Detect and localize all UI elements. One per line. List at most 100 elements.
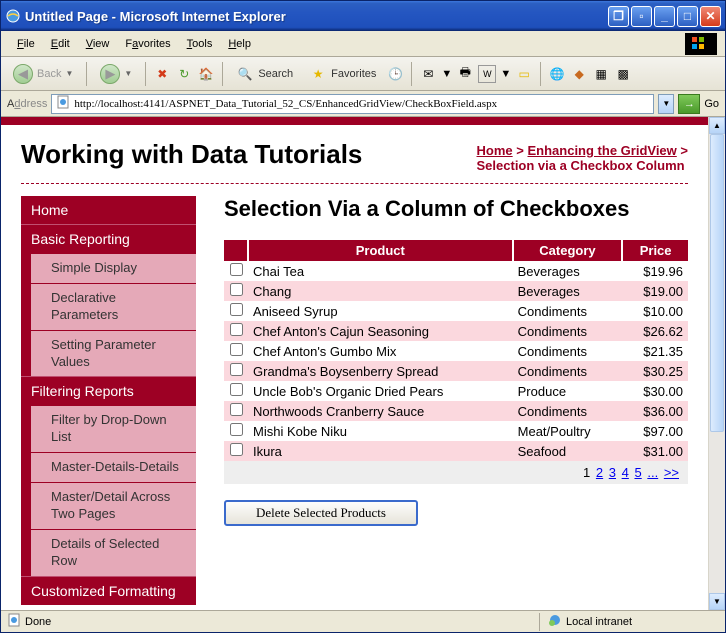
table-row: Chef Anton's Cajun SeasoningCondiments$2… xyxy=(224,321,688,341)
row-checkbox[interactable] xyxy=(230,423,243,436)
extra-icon-4[interactable]: ▩ xyxy=(614,65,632,83)
search-button[interactable]: 🔍 Search xyxy=(230,62,299,86)
extra-icon-3[interactable]: ▦ xyxy=(592,65,610,83)
back-icon: ◀ xyxy=(13,64,33,84)
cell-price: $30.25 xyxy=(622,361,688,381)
address-input-wrap[interactable] xyxy=(51,94,654,114)
cell-category: Beverages xyxy=(513,261,623,281)
cell-price: $10.00 xyxy=(622,301,688,321)
nav-setting-params[interactable]: Setting Parameter Values xyxy=(21,330,196,377)
menu-view[interactable]: View xyxy=(78,36,118,52)
cell-product: Chang xyxy=(248,281,513,301)
cell-category: Produce xyxy=(513,381,623,401)
pager-page[interactable]: 4 xyxy=(622,465,629,480)
row-checkbox[interactable] xyxy=(230,303,243,316)
nav-ddl[interactable]: Filter by Drop-Down List xyxy=(21,405,196,452)
address-input[interactable] xyxy=(74,98,649,110)
menu-favorites[interactable]: Favorites xyxy=(117,36,178,52)
scroll-up-button[interactable]: ▲ xyxy=(709,117,725,134)
nav-home[interactable]: Home xyxy=(21,196,196,224)
discuss-icon[interactable]: ▭ xyxy=(515,65,533,83)
col-price: Price xyxy=(622,240,688,261)
scroll-track[interactable] xyxy=(709,134,725,593)
cell-category: Condiments xyxy=(513,301,623,321)
row-checkbox[interactable] xyxy=(230,283,243,296)
print-icon[interactable]: 🖶 xyxy=(456,65,474,83)
extra-icon-2[interactable]: ◆ xyxy=(570,65,588,83)
vertical-scrollbar[interactable]: ▲ ▼ xyxy=(708,117,725,610)
chevron-down-icon: ▼ xyxy=(124,69,132,78)
pager-ellipsis[interactable]: ... xyxy=(647,465,658,480)
delete-button[interactable]: Delete Selected Products xyxy=(224,500,418,526)
breadcrumb-home[interactable]: Home xyxy=(477,143,513,158)
row-checkbox[interactable] xyxy=(230,403,243,416)
back-button[interactable]: ◀ Back ▼ xyxy=(7,61,79,87)
row-checkbox[interactable] xyxy=(230,383,243,396)
row-checkbox[interactable] xyxy=(230,363,243,376)
throbber-icon xyxy=(685,33,717,55)
cell-category: Condiments xyxy=(513,321,623,341)
security-zone[interactable]: Local intranet xyxy=(539,613,719,631)
restore-down-button[interactable]: ▫ xyxy=(631,6,652,27)
address-dropdown[interactable]: ▼ xyxy=(658,94,674,114)
chevron-down-icon[interactable]: ▼ xyxy=(500,68,511,80)
nav-mdd[interactable]: Master-Details-Details xyxy=(21,452,196,482)
edit-icon[interactable]: W xyxy=(478,65,496,83)
extra-icon-1[interactable]: 🌐 xyxy=(548,65,566,83)
breadcrumb: Home > Enhancing the GridView > Selectio… xyxy=(477,143,688,173)
cell-product: Chai Tea xyxy=(248,261,513,281)
row-checkbox[interactable] xyxy=(230,323,243,336)
row-checkbox[interactable] xyxy=(230,263,243,276)
nav-mdp[interactable]: Master/Detail Across Two Pages xyxy=(21,482,196,529)
cell-category: Beverages xyxy=(513,281,623,301)
pager-next[interactable]: >> xyxy=(664,465,679,480)
separator xyxy=(540,62,541,86)
refresh-icon[interactable]: ↻ xyxy=(175,65,193,83)
nav-simple-display[interactable]: Simple Display xyxy=(21,253,196,283)
cell-price: $19.96 xyxy=(622,261,688,281)
table-row: Mishi Kobe NikuMeat/Poultry$97.00 xyxy=(224,421,688,441)
row-checkbox[interactable] xyxy=(230,343,243,356)
accent-bar xyxy=(1,117,708,125)
titlebar[interactable]: Untitled Page - Microsoft Internet Explo… xyxy=(1,1,725,31)
back-label: Back xyxy=(37,68,61,80)
minimize-button[interactable]: _ xyxy=(654,6,675,27)
row-checkbox[interactable] xyxy=(230,443,243,456)
maximize-button[interactable]: □ xyxy=(677,6,698,27)
pager-page[interactable]: 5 xyxy=(634,465,641,480)
stop-icon[interactable]: ✖ xyxy=(153,65,171,83)
page-icon xyxy=(56,95,70,112)
pager-page[interactable]: 3 xyxy=(609,465,616,480)
nav-dsr[interactable]: Details of Selected Row xyxy=(21,529,196,576)
nav-declarative[interactable]: Declarative Parameters xyxy=(21,283,196,330)
separator xyxy=(411,62,412,86)
menu-edit[interactable]: Edit xyxy=(43,36,78,52)
cell-price: $36.00 xyxy=(622,401,688,421)
forward-icon: ▶ xyxy=(100,64,120,84)
pager-current: 1 xyxy=(583,465,590,480)
scroll-down-button[interactable]: ▼ xyxy=(709,593,725,610)
chevron-down-icon: ▼ xyxy=(65,69,73,78)
forward-button[interactable]: ▶ ▼ xyxy=(94,61,138,87)
favorites-button[interactable]: ★ Favorites xyxy=(303,62,382,86)
nav-custom[interactable]: Customized Formatting xyxy=(21,576,196,605)
close-button[interactable]: ✕ xyxy=(700,6,721,27)
menu-help[interactable]: Help xyxy=(220,36,259,52)
address-bar: Address ▼ → Go xyxy=(1,91,725,117)
two-window-button[interactable]: ❐ xyxy=(608,6,629,27)
search-icon: 🔍 xyxy=(236,65,254,83)
home-icon[interactable]: 🏠 xyxy=(197,65,215,83)
breadcrumb-section[interactable]: Enhancing the GridView xyxy=(527,143,676,158)
scroll-thumb[interactable] xyxy=(710,134,724,432)
nav-basic-reporting[interactable]: Basic Reporting xyxy=(21,224,196,253)
history-icon[interactable]: 🕒 xyxy=(386,65,404,83)
mail-icon[interactable]: ✉ xyxy=(419,65,437,83)
menu-file[interactable]: File xyxy=(9,36,43,52)
menu-tools[interactable]: Tools xyxy=(179,36,221,52)
chevron-down-icon[interactable]: ▼ xyxy=(441,68,452,80)
cell-price: $19.00 xyxy=(622,281,688,301)
go-button[interactable]: → xyxy=(678,94,700,114)
nav-filtering[interactable]: Filtering Reports xyxy=(21,376,196,405)
pager-page[interactable]: 2 xyxy=(596,465,603,480)
toolbar: ◀ Back ▼ ▶ ▼ ✖ ↻ 🏠 🔍 Search ★ Favorites … xyxy=(1,57,725,91)
